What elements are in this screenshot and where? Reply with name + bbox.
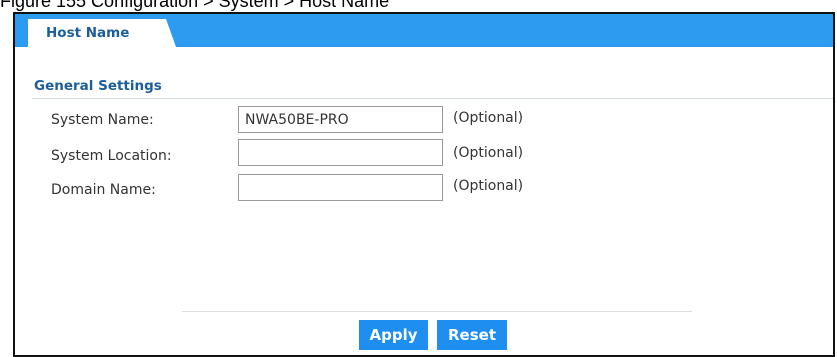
settings-panel: Host Name General Settings System Name: … [13,12,835,357]
system-location-input[interactable] [238,139,443,166]
system-name-label: System Name: [51,112,154,128]
figure-caption: Figure 155 Configuration > System > Host… [0,0,390,11]
reset-button[interactable]: Reset [437,320,507,350]
domain-name-input[interactable] [238,174,443,201]
system-location-label: System Location: [51,148,172,164]
domain-name-label: Domain Name: [51,182,156,198]
footer-divider [182,311,692,312]
system-name-hint: (Optional) [453,110,524,126]
system-name-input[interactable] [238,106,443,133]
apply-button[interactable]: Apply [359,320,428,350]
tab-host-name[interactable]: Host Name [28,19,176,47]
section-divider [32,98,833,99]
system-location-hint: (Optional) [453,145,524,161]
section-title: General Settings [34,78,162,94]
tab-bar: Host Name [15,14,833,47]
domain-name-hint: (Optional) [453,178,524,194]
